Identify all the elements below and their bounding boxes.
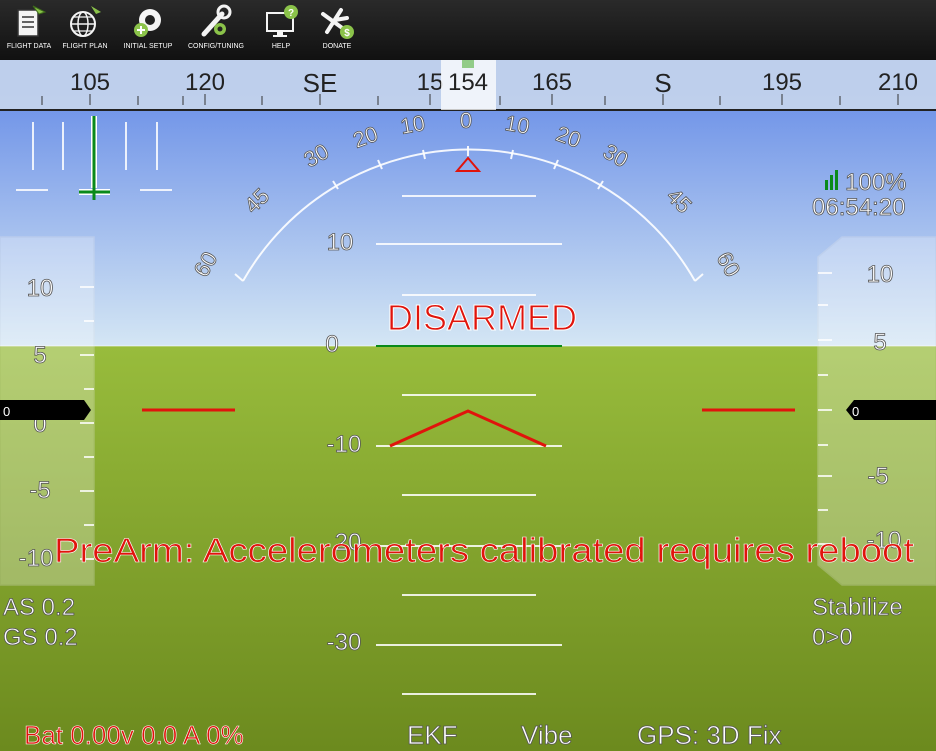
help-label: HELP (271, 43, 291, 50)
config-tuning-label: CONFIG/TUNING (188, 43, 244, 50)
initial-setup-label: INITIAL SETUP (123, 43, 173, 50)
flight-data-icon (17, 5, 47, 37)
initial-setup-button[interactable]: INITIAL SETUP (119, 2, 177, 58)
altitude-tape-label: 10 (867, 261, 894, 288)
heading-tick-label: 165 (532, 69, 572, 96)
groundspeed-readout: GS 0.2 (3, 624, 78, 651)
clock-time: 06:54:20 (812, 194, 905, 221)
flight-plan-icon (70, 6, 101, 37)
config-tuning-button[interactable]: CONFIG/TUNING (187, 2, 245, 58)
heading-tick-label: S (654, 68, 671, 98)
svg-text:$: $ (344, 28, 350, 39)
airspeed-readout: AS 0.2 (3, 594, 75, 621)
battery-status: Bat 0.00v 0.0 A 0% (24, 720, 244, 750)
flight-plan-label: FLIGHT PLAN (62, 43, 108, 50)
heading-tape: 105 120 SE 15 165 S 195 210 154 (0, 60, 936, 111)
armed-state: DISARMED (387, 297, 577, 338)
donate-label: DONATE (322, 43, 352, 50)
initial-setup-icon (134, 9, 161, 37)
roll-label: 10 (398, 110, 426, 139)
pitch-label: 10 (327, 229, 354, 256)
flight-data-label: FLIGHT DATA (6, 43, 52, 50)
donate-button[interactable]: $ DONATE (308, 2, 366, 58)
flight-mode: Stabilize (812, 594, 903, 621)
svg-text:?: ? (288, 8, 294, 19)
heading-current-value: 154 (448, 69, 488, 96)
speed-tape-label: -5 (29, 477, 50, 504)
waypoint-readout: 0>0 (812, 624, 853, 651)
altitude-tape-label: -5 (867, 463, 888, 490)
speed-tape-label: 5 (33, 342, 46, 369)
help-button[interactable]: ? HELP (252, 2, 310, 58)
help-icon: ? (266, 5, 298, 37)
flight-hud[interactable]: 105 120 SE 15 165 S 195 210 154 60 45 30… (0, 60, 936, 751)
main-toolbar: FLIGHT DATA FLIGHT PLAN INITIAL SETUP CO… (0, 0, 936, 60)
speed-tape-label: -10 (19, 545, 54, 572)
roll-label: 10 (503, 110, 531, 139)
donate-icon: $ (321, 8, 354, 39)
ekf-status[interactable]: EKF (407, 720, 458, 751)
altitude-current-box (846, 400, 936, 420)
heading-target-marker (462, 60, 474, 68)
speed-tape-label: 10 (27, 275, 54, 302)
signal-bars-icon (825, 180, 828, 190)
config-tuning-icon (201, 4, 232, 37)
pitch-label: -10 (327, 431, 362, 458)
prearm-message: PreArm: Accelerometers calibrated requir… (54, 532, 915, 570)
link-quality-value: 100% (845, 169, 906, 196)
speed-current-value: 0 (3, 404, 10, 419)
heading-tick-label: SE (303, 68, 338, 98)
pitch-label: 0 (325, 331, 338, 358)
heading-tick-label: 210 (878, 69, 918, 96)
gps-status: GPS: 3D Fix (637, 720, 781, 750)
flight-plan-button[interactable]: FLIGHT PLAN (56, 2, 114, 58)
altitude-current-value: 0 (852, 404, 859, 419)
altitude-tape-label: 5 (873, 329, 886, 356)
speed-current-box (0, 400, 91, 420)
pitch-label: -30 (327, 629, 362, 656)
vibe-status[interactable]: Vibe (521, 720, 573, 751)
roll-label: 0 (460, 108, 472, 133)
flight-data-button[interactable]: FLIGHT DATA (0, 2, 58, 58)
heading-tick-label: 120 (185, 69, 225, 96)
heading-tick-label: 195 (762, 69, 802, 96)
heading-tick-label: 15 (417, 69, 444, 96)
heading-tick-label: 105 (70, 69, 110, 96)
